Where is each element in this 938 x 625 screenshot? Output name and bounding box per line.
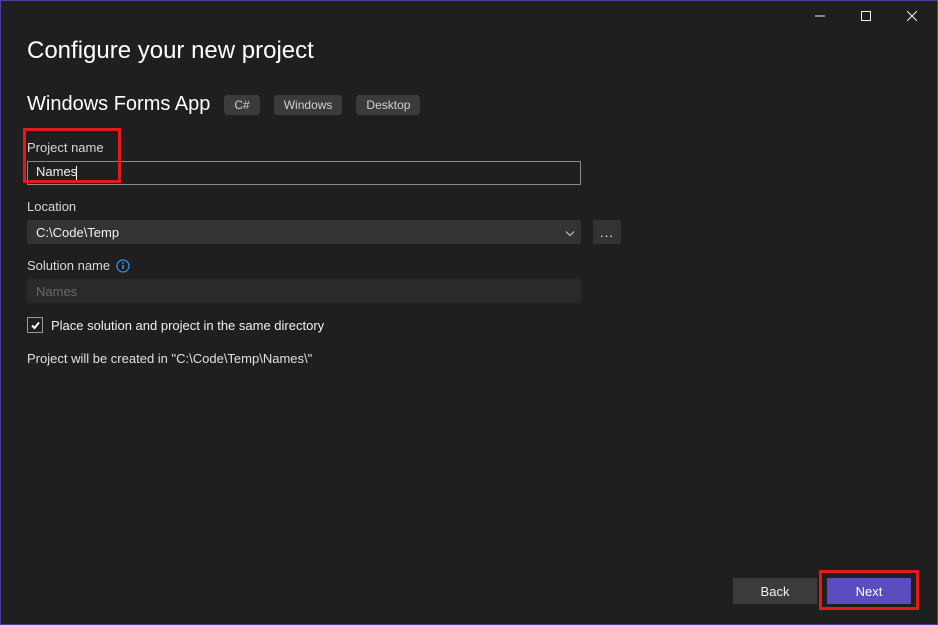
template-row: Windows Forms App C# Windows Desktop bbox=[27, 93, 911, 116]
template-name: Windows Forms App bbox=[27, 93, 210, 116]
content-area: Configure your new project Windows Forms… bbox=[1, 31, 937, 366]
location-dropdown[interactable]: C:\Code\Temp bbox=[27, 220, 581, 244]
tag-csharp: C# bbox=[224, 95, 259, 115]
maximize-icon bbox=[861, 11, 871, 21]
location-group: Location C:\Code\Temp ... bbox=[27, 199, 911, 244]
page-title: Configure your new project bbox=[27, 37, 911, 65]
project-name-input[interactable]: Names bbox=[27, 161, 581, 185]
text-caret bbox=[76, 166, 77, 180]
same-dir-label: Place solution and project in the same d… bbox=[51, 318, 324, 333]
solution-name-input bbox=[27, 279, 581, 303]
close-button[interactable] bbox=[889, 1, 935, 31]
project-name-value: Names bbox=[36, 164, 77, 179]
solution-name-label-row: Solution name bbox=[27, 258, 911, 273]
footer: Back Next bbox=[733, 578, 911, 604]
solution-name-label: Solution name bbox=[27, 258, 110, 273]
titlebar bbox=[1, 1, 937, 31]
next-button[interactable]: Next bbox=[827, 578, 911, 604]
minimize-icon bbox=[815, 11, 825, 21]
close-icon bbox=[907, 11, 917, 21]
info-icon[interactable] bbox=[116, 259, 130, 273]
tag-desktop: Desktop bbox=[356, 95, 420, 115]
creation-path-text: Project will be created in "C:\Code\Temp… bbox=[27, 351, 911, 366]
solution-name-group: Solution name bbox=[27, 258, 911, 303]
minimize-button[interactable] bbox=[797, 1, 843, 31]
same-dir-checkbox[interactable] bbox=[27, 317, 43, 333]
project-name-group: Project name Names bbox=[27, 140, 911, 185]
checkmark-icon bbox=[30, 320, 41, 331]
project-name-label: Project name bbox=[27, 140, 911, 155]
maximize-button[interactable] bbox=[843, 1, 889, 31]
tag-windows: Windows bbox=[274, 95, 343, 115]
location-label: Location bbox=[27, 199, 911, 214]
same-dir-row[interactable]: Place solution and project in the same d… bbox=[27, 317, 911, 333]
browse-button[interactable]: ... bbox=[593, 220, 621, 244]
back-button[interactable]: Back bbox=[733, 578, 817, 604]
location-select[interactable]: C:\Code\Temp bbox=[27, 220, 581, 244]
